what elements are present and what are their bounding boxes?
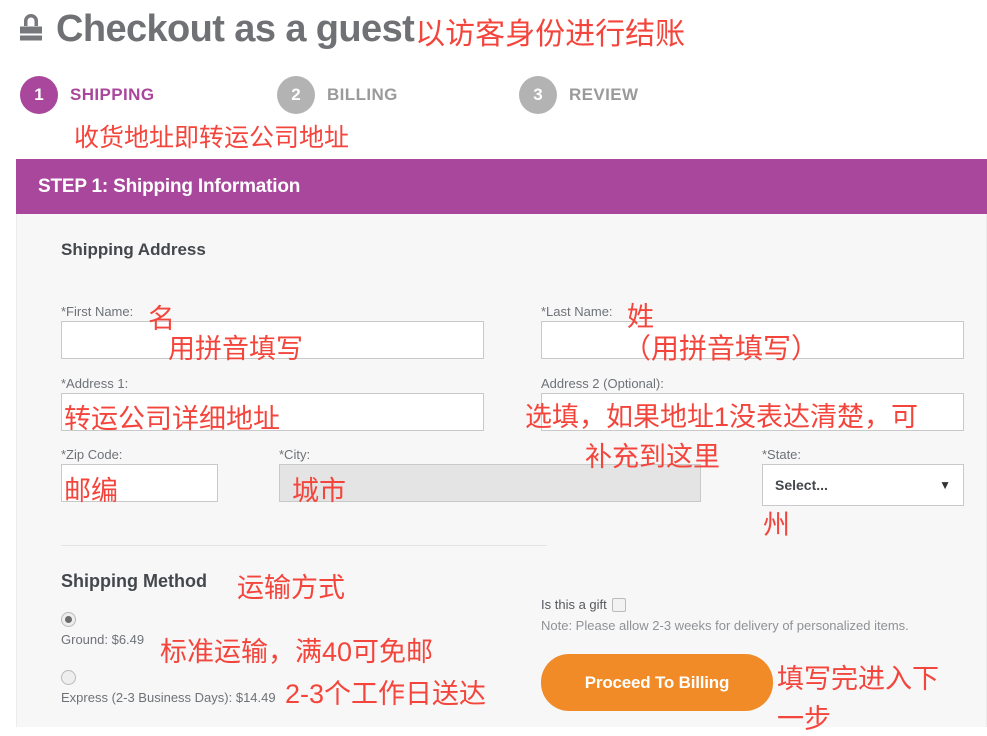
radio-ground-icon[interactable] [61,612,76,627]
city-label: *City: [279,447,311,462]
step-item-shipping[interactable]: 1 SHIPPING [20,76,154,114]
gift-label: Is this a gift [541,597,607,612]
section-divider [61,545,547,546]
shipping-option-express-label: Express (2-3 Business Days): $14.49 [61,690,276,705]
step-number-3: 3 [519,76,557,114]
lock-icon [20,14,42,41]
step-number-1: 1 [20,76,58,114]
step-number-2: 2 [277,76,315,114]
shipping-method-heading: Shipping Method [61,571,207,591]
shipping-form-panel: Shipping Address *First Name: *Last Name… [16,214,987,727]
last-name-input[interactable] [541,321,964,359]
step-label-billing: BILLING [327,85,398,104]
shipping-option-ground-label: Ground: $6.49 [61,632,145,647]
proceed-to-billing-button[interactable]: Proceed To Billing [541,654,773,711]
shipping-address-heading: Shipping Address [61,240,206,259]
step-banner-title: STEP 1: Shipping Information [38,175,301,197]
radio-express-icon[interactable] [61,670,76,685]
step-item-review[interactable]: 3 REVIEW [519,76,638,114]
zip-code-label: *Zip Code: [61,447,123,462]
gift-row[interactable]: Is this a gift [541,597,626,612]
first-name-label: *First Name: [61,304,134,319]
state-select-value: Select... [775,477,828,493]
step-banner: STEP 1: Shipping Information [16,159,987,214]
step-label-shipping: SHIPPING [70,85,155,104]
address-1-label: *Address 1: [61,376,129,391]
first-name-input[interactable] [61,321,484,359]
address-2-label: Address 2 (Optional): [541,376,664,391]
page-header: Checkout as a guest 以访客身份进行结账 [0,0,987,58]
last-name-label: *Last Name: [541,304,613,319]
address-2-input[interactable] [541,393,964,431]
step-item-billing[interactable]: 2 BILLING [277,76,398,114]
shipping-option-ground[interactable]: Ground: $6.49 [61,612,144,647]
chevron-down-icon: ▼ [939,478,951,492]
zip-code-input[interactable] [61,464,218,502]
state-select[interactable]: Select... ▼ [762,464,964,506]
state-label: *State: [762,447,802,462]
steps-annotation: 收货地址即转运公司地址 [74,124,350,152]
page-title: Checkout as a guest [56,7,415,50]
page-title-annotation: 以访客身份进行结账 [415,18,686,51]
shipping-option-express[interactable]: Express (2-3 Business Days): $14.49 [61,670,276,705]
gift-checkbox[interactable] [611,597,626,612]
step-label-review: REVIEW [569,85,639,104]
city-input[interactable] [279,464,701,502]
personalized-items-note: Note: Please allow 2-3 weeks for deliver… [541,618,909,633]
checkout-steps: 1 SHIPPING 2 BILLING 3 REVIEW [0,76,987,118]
address-1-input[interactable] [61,393,484,431]
